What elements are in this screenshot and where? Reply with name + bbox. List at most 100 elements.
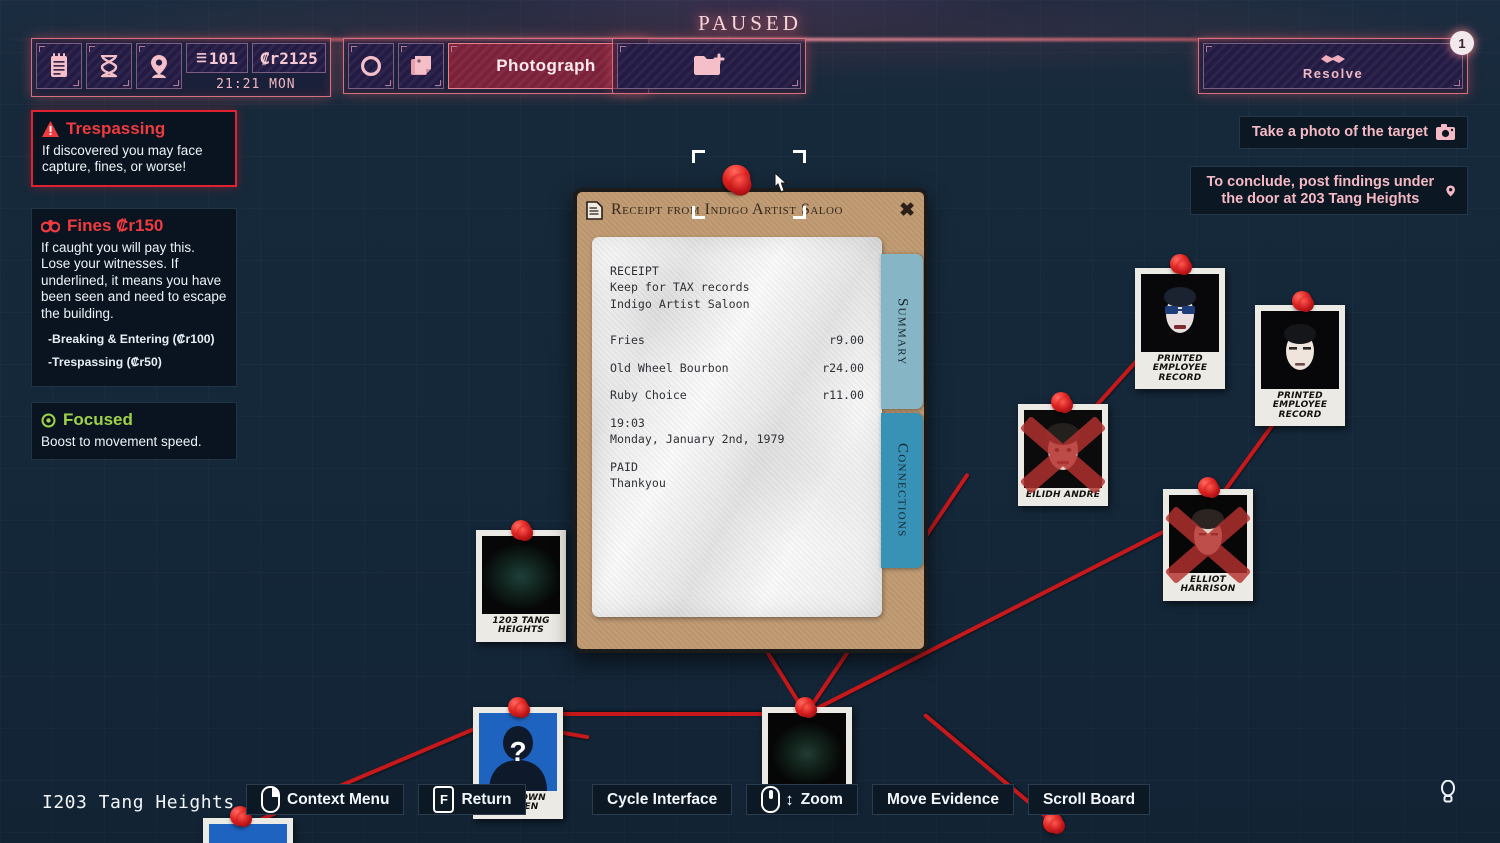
hud-case-group — [612, 38, 806, 94]
keybind-label: Zoom — [800, 790, 843, 808]
receipt-header-line: Keep for TAX records — [610, 280, 750, 295]
objective-text: To conclude, post findings under the doo… — [1206, 174, 1435, 207]
objective-text: Take a photo of the target — [1251, 124, 1428, 140]
receipt-item-price: r11.00 — [822, 388, 864, 403]
panel-title-text: Fines ₡r150 — [67, 216, 164, 235]
receipt-footer-line: PAID — [610, 459, 638, 474]
resolve-button[interactable]: Resolve 1 — [1203, 31, 1474, 89]
status-panel-fines: Fines ₡r150 If caught you will pay this.… — [31, 208, 237, 388]
health-stat: ☰ 101 — [186, 43, 248, 73]
scroll-arrows-icon: ↕ — [785, 790, 794, 809]
evidence-thumbnail — [768, 713, 846, 791]
evidence-thumbnail — [482, 536, 560, 614]
evidence-thumbnail — [1169, 495, 1247, 573]
money-stat: ₡r2125 — [252, 43, 326, 73]
document-tabs: Summary Connections — [881, 254, 925, 572]
receipt-content: RECEIPT Keep for TAX records Indigo Arti… — [610, 263, 864, 492]
keybind-label: Scroll Board — [1042, 790, 1136, 808]
key-f-icon: F — [433, 786, 455, 813]
evidence-card-eilidh-andre[interactable]: Eilidh Andre — [1018, 392, 1108, 507]
receipt-item-row: Fries r9.00 — [610, 332, 864, 348]
evidence-card-elliot-harrison[interactable]: Elliot Harrison — [1163, 477, 1253, 601]
dna-icon[interactable] — [86, 43, 132, 89]
objective-take-photo: Take a photo of the target — [1238, 116, 1468, 149]
panel-title-row: Trespassing — [42, 119, 226, 139]
fine-item: -Breaking & Entering (₡r100) — [48, 332, 215, 347]
panel-body-text: If caught you will pay this. Lose your w… — [41, 240, 227, 321]
keybind-zoom[interactable]: ↕ Zoom — [746, 784, 858, 815]
tab-summary[interactable]: Summary — [881, 254, 923, 409]
status-panel-focused: Focused Boost to movement speed. — [31, 402, 237, 461]
keybind-label: Return — [461, 790, 512, 808]
mouse-scroll-icon — [761, 786, 781, 813]
game-screen: PAUSED ☰ 101 ₡r2125 21:21 MON Photograph… — [0, 0, 1500, 843]
evidence-card-1203-tang-heights[interactable]: 1203 Tang Heights — [476, 520, 566, 642]
evidence-thumbnail — [1141, 274, 1219, 352]
receipt-footer-line: Thankyou — [610, 476, 666, 491]
paused-indicator: PAUSED — [698, 11, 802, 35]
resolve-label: Resolve — [1302, 65, 1364, 81]
sticky-notes-icon[interactable] — [398, 43, 444, 89]
receipt-item-name: Ruby Choice — [610, 388, 687, 403]
status-panel-trespassing: Trespassing If discovered you may face c… — [31, 110, 237, 187]
close-icon[interactable]: ✖ — [899, 199, 915, 222]
keybind-scroll-board[interactable]: Scroll Board — [1027, 784, 1151, 815]
keybind-context-menu[interactable]: Context Menu — [246, 784, 405, 815]
hud-stats: ☰ 101 ₡r2125 21:21 MON — [186, 43, 326, 92]
panel-title-text: Focused — [63, 410, 133, 429]
evidence-caption: 1203 Tang Heights — [492, 616, 550, 636]
current-location-label: I203 Tang Heights — [42, 792, 235, 813]
receipt-item-name: Old Wheel Bourbon — [610, 360, 729, 375]
evidence-card-employee-record-1[interactable]: Printed Employee Record — [1135, 254, 1225, 390]
evidence-caption: Printed Employee Record — [1272, 391, 1328, 420]
keybind-label: Context Menu — [287, 790, 390, 808]
receipt-item-row: Old Wheel Bourbon r24.00 — [610, 360, 864, 376]
keybind-bar-left: Context Menu F Return — [246, 784, 527, 815]
document-window[interactable]: Receipt from Indigo Artist Saloo ✖ Summa… — [573, 160, 928, 653]
objective-post-findings: To conclude, post findings under the doo… — [1190, 166, 1468, 216]
evidence-thumbnail — [209, 824, 287, 843]
panel-title-text: Trespassing — [66, 119, 166, 138]
keybind-cycle-interface[interactable]: Cycle Interface — [592, 784, 733, 815]
document-titlebar: Receipt from Indigo Artist Saloo ✖ — [577, 192, 924, 228]
receipt-item-row: Ruby Choice r11.00 — [610, 387, 864, 403]
keybind-label: Cycle Interface — [607, 790, 718, 808]
receipt-header-line: RECEIPT — [610, 264, 659, 278]
evidence-thumbnail: ? — [479, 713, 557, 791]
fines-list: -Breaking & Entering (₡r100) -Trespassin… — [41, 332, 227, 369]
handshake-icon — [1321, 54, 1345, 63]
handcuffs-icon — [41, 220, 60, 233]
document-title: Receipt from Indigo Artist Saloo — [611, 201, 843, 218]
receipt-header-line: Indigo Artist Saloon — [610, 296, 750, 311]
evidence-caption: Eilidh Andre — [1025, 490, 1101, 500]
map-pin-icon — [1446, 185, 1455, 197]
evidence-caption: Elliot Harrison — [1180, 575, 1236, 595]
hud-status-group: ☰ 101 ₡r2125 21:21 MON — [31, 38, 331, 97]
clock-display: 21:21 MON — [216, 76, 296, 92]
mouse-right-click-icon — [261, 786, 280, 813]
panel-title-row: Focused — [41, 410, 227, 430]
receipt-paper: RECEIPT Keep for TAX records Indigo Arti… — [592, 237, 882, 617]
new-case-button[interactable] — [617, 43, 801, 89]
keybind-move-evidence[interactable]: Move Evidence — [871, 784, 1014, 815]
keybind-bar-center: Cycle Interface ↕ Zoom Move Evidence Scr… — [592, 784, 1151, 815]
tab-connections[interactable]: Connections — [881, 413, 923, 568]
evidence-caption: Printed Employee Record — [1152, 354, 1208, 383]
keybind-return[interactable]: F Return — [418, 784, 527, 815]
keybind-label: Move Evidence — [886, 790, 999, 808]
document-icon — [586, 200, 603, 220]
evidence-thumbnail — [1261, 311, 1339, 389]
notebook-icon[interactable] — [36, 43, 82, 89]
evidence-card-partial[interactable] — [203, 806, 293, 843]
evidence-card-employee-record-2[interactable]: Printed Employee Record — [1255, 291, 1345, 427]
hud-resolve-group: Resolve 1 — [1198, 31, 1474, 94]
hud-tool-group: Photograph — [343, 38, 649, 94]
ring-icon[interactable] — [348, 43, 394, 89]
receipt-item-name: Fries — [610, 333, 645, 348]
focus-icon — [41, 413, 56, 427]
receipt-item-price: r24.00 — [822, 360, 864, 375]
camera-icon — [1436, 124, 1455, 141]
map-pin-icon[interactable] — [136, 43, 182, 89]
svg-text:?: ? — [509, 736, 526, 767]
resolve-badge: 1 — [1450, 31, 1474, 55]
